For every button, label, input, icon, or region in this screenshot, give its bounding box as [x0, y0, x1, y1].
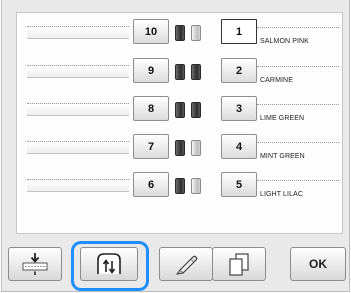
thread-number-button[interactable]: 2 — [221, 58, 257, 83]
thread-row: 10 1 SALMON PINK — [17, 17, 344, 47]
thread-number-button[interactable]: 7 — [133, 134, 169, 159]
thread-sort-screen: 10 1 SALMON PINK 9 2 CARMINE 8 3 LIME GR… — [1, 0, 350, 292]
thread-color-slot: LIGHT LILAC — [257, 180, 339, 201]
spool-icon — [175, 140, 185, 156]
spool-pair — [175, 25, 211, 41]
spool-icon — [191, 140, 201, 156]
spool-icon — [175, 102, 185, 118]
copy-icon — [229, 253, 249, 276]
thread-number-button[interactable]: 6 — [133, 172, 169, 197]
spool-icon — [191, 64, 201, 80]
spool-icon — [191, 102, 201, 118]
thread-row: 8 3 LIME GREEN — [17, 94, 344, 124]
thread-color-slot: LIME GREEN — [257, 104, 339, 125]
thread-row: 9 2 CARMINE — [17, 56, 344, 86]
thread-color-name: LIME GREEN — [260, 115, 305, 122]
thread-number-button[interactable]: 8 — [133, 96, 169, 121]
empty-thread-slot — [27, 141, 129, 154]
empty-thread-slot — [27, 179, 129, 192]
thread-number-button[interactable]: 4 — [221, 134, 257, 159]
spool-pair — [175, 178, 211, 194]
thread-pen-icon — [175, 255, 198, 275]
ok-button[interactable]: OK — [290, 247, 346, 281]
move-down-button[interactable] — [8, 247, 62, 281]
spool-pair — [175, 64, 211, 80]
thread-row: 7 4 MINT GREEN — [17, 132, 344, 162]
spool-icon — [175, 25, 185, 41]
empty-thread-slot — [27, 65, 129, 78]
copy-button[interactable] — [212, 247, 266, 281]
spool-icon — [191, 178, 201, 194]
thread-color-slot: MINT GREEN — [257, 142, 339, 163]
spool-icon — [175, 64, 185, 80]
thread-color-pen-button[interactable] — [159, 247, 213, 281]
thread-list-panel: 10 1 SALMON PINK 9 2 CARMINE 8 3 LIME GR… — [16, 12, 343, 234]
spool-pair — [175, 102, 211, 118]
thread-color-slot: SALMON PINK — [257, 27, 339, 48]
thread-color-name: CARMINE — [260, 77, 293, 84]
selection-highlight — [71, 241, 149, 291]
thread-number-button[interactable]: 1 — [221, 19, 257, 44]
thread-number-button[interactable]: 3 — [221, 96, 257, 121]
thread-number-button[interactable]: 9 — [133, 58, 169, 83]
spool-icon — [191, 25, 201, 41]
thread-row: 6 5 LIGHT LILAC — [17, 170, 344, 200]
thread-color-name: MINT GREEN — [260, 153, 305, 160]
thread-color-slot: CARMINE — [257, 66, 339, 87]
spool-pair — [175, 140, 211, 156]
thread-number-button[interactable]: 5 — [221, 172, 257, 197]
thread-number-button[interactable]: 10 — [133, 19, 169, 44]
move-down-icon — [22, 253, 48, 275]
thread-color-name: SALMON PINK — [260, 38, 309, 45]
empty-thread-slot — [27, 26, 129, 39]
bottom-toolbar: OK — [2, 241, 351, 291]
empty-thread-slot — [27, 103, 129, 116]
thread-color-name: LIGHT LILAC — [260, 191, 303, 198]
spool-icon — [175, 178, 185, 194]
